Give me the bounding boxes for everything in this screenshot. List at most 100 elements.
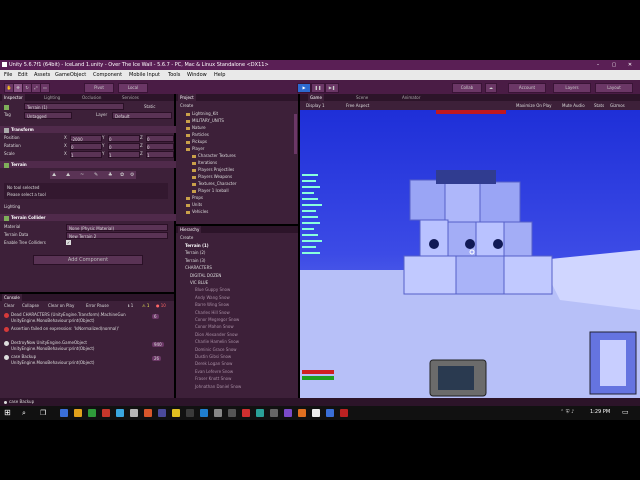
hierarchy-item[interactable]: CHARACTERS bbox=[185, 264, 212, 271]
taskbar-app-icon[interactable] bbox=[74, 409, 82, 417]
hierarchy-item[interactable]: Charles Hill Snow bbox=[195, 309, 230, 316]
project-folder-item[interactable]: Players Projectiles bbox=[192, 166, 234, 173]
project-folder-item[interactable]: MILITARY_UNITS bbox=[186, 117, 224, 124]
console-message[interactable]: Dead CHARACTERS (UnityEngine.Transform).… bbox=[4, 312, 164, 323]
play-button[interactable]: ▶ bbox=[297, 83, 311, 93]
project-folder-item[interactable]: Units bbox=[186, 201, 202, 208]
tab-lighting[interactable]: Lighting bbox=[42, 94, 62, 101]
settings-icon[interactable]: ⚙ bbox=[130, 172, 134, 178]
hierarchy-item[interactable]: Dustin Gibsi Snow bbox=[195, 353, 231, 360]
position-z-field[interactable]: 0 bbox=[146, 135, 174, 142]
clear-on-play-button[interactable]: Clear on Play bbox=[48, 303, 74, 308]
aspect-dropdown[interactable]: Free Aspect bbox=[346, 102, 369, 109]
collab-button[interactable]: Collab bbox=[452, 83, 482, 93]
taskbar-app-icon[interactable] bbox=[228, 409, 236, 417]
paint-height-icon[interactable]: ⛰ bbox=[66, 172, 70, 178]
tab-console[interactable]: Console bbox=[2, 294, 22, 301]
scale-z-field[interactable]: 1 bbox=[146, 151, 174, 158]
project-folder-item[interactable]: Particles bbox=[186, 131, 209, 138]
hierarchy-item[interactable]: Evan Lefevre Snow bbox=[195, 368, 233, 375]
project-scrollbar[interactable] bbox=[294, 114, 297, 154]
menu-component[interactable]: Component bbox=[93, 70, 122, 80]
console-message[interactable]: DestroyNow UnityEngine.GameObject UnityEn… bbox=[4, 340, 164, 351]
taskview-icon[interactable]: ❐ bbox=[40, 409, 46, 417]
menu-mobile-input[interactable]: Mobile Input bbox=[129, 70, 160, 80]
project-folder-item[interactable]: Iterations bbox=[192, 159, 217, 166]
hierarchy-item[interactable]: Terrain (2) bbox=[185, 249, 205, 256]
taskbar-app-icon[interactable] bbox=[88, 409, 96, 417]
terrain-tools-toolbar[interactable]: ⛰ ⛰ ~ ✎ ♣ ✿ ⚙ bbox=[50, 171, 136, 179]
project-folder-item[interactable]: Players Weapons bbox=[192, 173, 232, 180]
hierarchy-item[interactable]: Conor Megregor Snow bbox=[195, 316, 239, 323]
project-folder-item[interactable]: Vehicles bbox=[186, 208, 208, 215]
hierarchy-item[interactable]: Charlie Hamelin Snow bbox=[195, 338, 239, 345]
taskbar-app-icon[interactable] bbox=[242, 409, 250, 417]
position-y-field[interactable]: 0 bbox=[108, 135, 140, 142]
taskbar-app-icon[interactable] bbox=[326, 409, 334, 417]
menu-file[interactable]: File bbox=[4, 70, 12, 80]
search-icon[interactable]: ⌕ bbox=[22, 409, 26, 417]
stats-toggle[interactable]: Stats bbox=[594, 102, 604, 109]
terrain-collider-header[interactable]: Terrain Collider bbox=[0, 214, 178, 221]
project-folder-item[interactable]: Textures_Character bbox=[192, 180, 236, 187]
terrain-data-field[interactable]: New Terrain 2 bbox=[66, 232, 168, 239]
tab-scene[interactable]: Scene bbox=[354, 94, 370, 101]
maximize-button[interactable]: ▢ bbox=[606, 60, 622, 70]
status-message[interactable]: case Backup bbox=[4, 398, 34, 406]
close-button[interactable]: ✕ bbox=[622, 60, 638, 70]
layers-dropdown[interactable]: Layers bbox=[553, 83, 591, 93]
hierarchy-item[interactable]: Dion Alexander Snow bbox=[195, 331, 238, 338]
rotation-z-field[interactable]: 0 bbox=[146, 143, 174, 150]
hierarchy-item[interactable]: Conor Mahon Snow bbox=[195, 323, 234, 330]
position-x-field[interactable]: -2000 bbox=[70, 135, 102, 142]
rect-tool-icon[interactable]: ▭ bbox=[40, 83, 50, 93]
error-count[interactable]: ● 10 bbox=[156, 303, 166, 308]
project-folder-item[interactable]: Lightning_Kit bbox=[186, 110, 218, 117]
clear-button[interactable]: Clear bbox=[4, 303, 14, 308]
tab-animator[interactable]: Animator bbox=[400, 94, 422, 101]
pause-button[interactable]: ❚❚ bbox=[311, 83, 325, 93]
tab-game[interactable]: Game bbox=[308, 94, 324, 101]
hierarchy-create-button[interactable]: Create bbox=[180, 234, 193, 241]
taskbar-app-icon[interactable] bbox=[312, 409, 320, 417]
menu-tools[interactable]: Tools bbox=[168, 70, 180, 80]
tab-services[interactable]: Services bbox=[120, 94, 141, 101]
layer-dropdown[interactable]: Default bbox=[112, 112, 172, 119]
pivot-toggle[interactable]: Pivot bbox=[84, 83, 114, 93]
console-message[interactable]: case Backup UnityEngine.MonoBehaviour:pri… bbox=[4, 354, 164, 365]
windows-icon[interactable]: ⊞ bbox=[4, 409, 11, 417]
taskbar-app-icon[interactable] bbox=[172, 409, 180, 417]
hierarchy-item[interactable]: Terrain (1) bbox=[185, 242, 209, 249]
static-checkbox-label[interactable]: Static bbox=[144, 103, 155, 110]
clock[interactable]: 1:29 PM bbox=[590, 409, 610, 415]
scale-y-field[interactable]: 1 bbox=[108, 151, 140, 158]
hierarchy-item[interactable]: DIGITAL DOZEN bbox=[190, 272, 221, 279]
taskbar-app-icon[interactable] bbox=[60, 409, 68, 417]
tag-dropdown[interactable]: Untagged bbox=[24, 112, 72, 119]
add-component-button[interactable]: Add Component bbox=[33, 255, 143, 265]
hierarchy-item[interactable]: Derek Logan Snow bbox=[195, 360, 232, 367]
taskbar-app-icon[interactable] bbox=[158, 409, 166, 417]
menu-gameobject[interactable]: GameObject bbox=[55, 70, 86, 80]
project-folder-item[interactable]: Pickups bbox=[186, 138, 207, 145]
rotation-x-field[interactable]: 0 bbox=[70, 143, 102, 150]
hierarchy-item[interactable]: Fraser Knott Snow bbox=[195, 375, 231, 382]
cloud-icon[interactable]: ☁ bbox=[485, 83, 497, 93]
tray-icons[interactable]: ⌃ ⛨ ♪ bbox=[560, 409, 574, 415]
project-folder-item[interactable]: Character Textures bbox=[192, 152, 236, 159]
project-folder-item[interactable]: Nature bbox=[186, 124, 206, 131]
trees-icon[interactable]: ♣ bbox=[108, 172, 112, 178]
mute-audio-toggle[interactable]: Mute Audio bbox=[562, 102, 585, 109]
scale-x-field[interactable]: 1 bbox=[70, 151, 102, 158]
taskbar-app-icon[interactable] bbox=[116, 409, 124, 417]
details-icon[interactable]: ✿ bbox=[120, 172, 124, 178]
display-dropdown[interactable]: Display 1 bbox=[306, 102, 325, 109]
game-viewport[interactable] bbox=[300, 110, 640, 398]
console-message[interactable]: Assertion failed on expression: 'IsNorma… bbox=[4, 326, 164, 337]
collapse-button[interactable]: Collapse bbox=[22, 303, 39, 308]
smooth-icon[interactable]: ~ bbox=[80, 172, 84, 178]
transform-header[interactable]: Transform bbox=[0, 126, 178, 133]
enable-trees-checkbox[interactable]: ✓ bbox=[66, 240, 71, 245]
minimize-button[interactable]: – bbox=[590, 60, 606, 70]
tab-occlusion[interactable]: Occlusion bbox=[80, 94, 103, 101]
